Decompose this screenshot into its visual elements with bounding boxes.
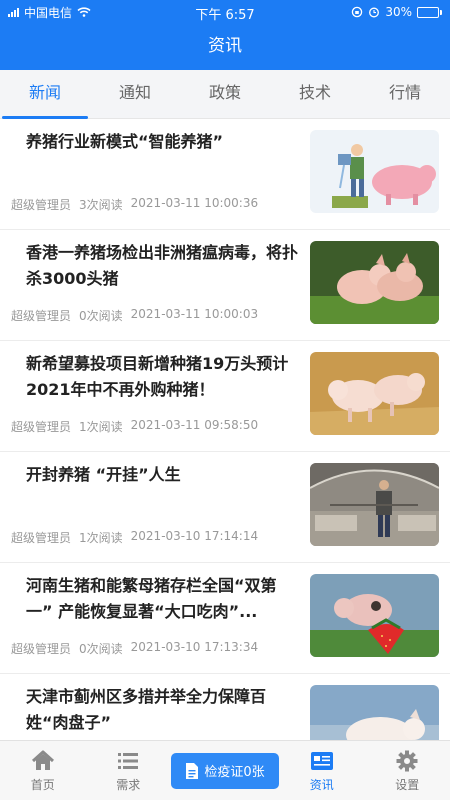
news-reads: 0次阅读 <box>79 642 123 656</box>
piglets-on-straw-image <box>310 352 439 435</box>
news-title: 天津市蓟州区多措并举全力保障百姓“肉盘子” <box>26 684 298 736</box>
news-thumbnail <box>310 352 439 435</box>
tab-market[interactable]: 行情 <box>360 70 450 118</box>
category-tabs: 新闻 通知 政策 技术 行情 <box>0 70 450 119</box>
news-reads: 0次阅读 <box>79 309 123 323</box>
tabbar-settings[interactable]: 设置 <box>365 749 450 793</box>
news-item[interactable]: 开封养猪 “开挂”人生 超级管理员 1次阅读 2021-03-10 17:14:… <box>0 452 450 563</box>
news-reads: 1次阅读 <box>79 531 123 545</box>
man-in-pig-barn-image <box>310 463 439 546</box>
news-thumbnail <box>310 241 439 324</box>
news-time: 2021-03-11 10:00:36 <box>130 196 259 210</box>
news-meta: 超级管理员 0次阅读 2021-03-11 10:00:03 <box>11 307 258 324</box>
bottom-tab-bar: 首页 需求 检疫证0张 资讯 设置 <box>0 740 450 800</box>
news-title: 养猪行业新模式“智能养猪” <box>26 129 298 155</box>
news-author: 超级管理员 <box>11 531 72 545</box>
news-title: 新希望募投项目新增种猪19万头预计2021年中不再外购种猪！ <box>26 351 298 403</box>
tabbar-settings-label: 设置 <box>395 777 420 792</box>
news-reads: 3次阅读 <box>79 198 123 212</box>
battery-percent: 30% <box>385 5 412 19</box>
tabbar-demand[interactable]: 需求 <box>86 749 172 793</box>
tab-notices[interactable]: 通知 <box>90 70 180 118</box>
quarantine-cert-label: 检疫证0张 <box>204 765 265 780</box>
wifi-icon <box>77 7 91 17</box>
carrier-label: 中国电信 <box>24 5 73 20</box>
news-author: 超级管理员 <box>11 420 72 434</box>
list-icon <box>118 752 139 769</box>
piglets-on-grass-image <box>310 241 439 324</box>
news-title: 香港一养猪场检出非洲猪瘟病毒，将扑杀3000头猪 <box>26 240 298 292</box>
white-pig-image <box>310 685 439 740</box>
news-item[interactable]: 天津市蓟州区多措并举全力保障百姓“肉盘子” <box>0 674 450 740</box>
news-thumbnail <box>310 463 439 546</box>
news-meta: 超级管理员 1次阅读 2021-03-11 09:58:50 <box>11 418 258 435</box>
home-icon <box>31 750 54 770</box>
app-header: 中国电信 30% 下午 6:57 资讯 <box>0 0 450 70</box>
news-time: 2021-03-10 17:13:34 <box>130 640 259 654</box>
news-author: 超级管理员 <box>11 642 72 656</box>
news-time: 2021-03-11 09:58:50 <box>130 418 259 432</box>
tabbar-news[interactable]: 资讯 <box>279 749 365 793</box>
alarm-icon <box>369 7 380 18</box>
tabbar-cert: 检疫证0张 <box>171 752 279 789</box>
news-thumbnail <box>310 574 439 657</box>
gear-icon <box>396 750 418 771</box>
tab-news[interactable]: 新闻 <box>0 70 90 119</box>
tabbar-news-label: 资讯 <box>309 777 334 792</box>
news-reads: 1次阅读 <box>79 420 123 434</box>
signal-icon <box>8 7 19 17</box>
tabbar-demand-label: 需求 <box>116 777 141 792</box>
news-item[interactable]: 养猪行业新模式“智能养猪” 超级管理员 3次阅读 2021-03-11 10:0… <box>0 119 450 230</box>
news-item[interactable]: 新希望募投项目新增种猪19万头预计2021年中不再外购种猪！ 超级管理员 1次阅… <box>0 341 450 452</box>
news-author: 超级管理员 <box>11 198 72 212</box>
tab-policy[interactable]: 政策 <box>180 70 270 118</box>
battery-icon <box>417 6 442 18</box>
news-item[interactable]: 香港一养猪场检出非洲猪瘟病毒，将扑杀3000头猪 超级管理员 0次阅读 2021… <box>0 230 450 341</box>
tabbar-home[interactable]: 首页 <box>0 749 86 793</box>
news-meta: 超级管理员 1次阅读 2021-03-10 17:14:14 <box>11 529 258 546</box>
quarantine-cert-button[interactable]: 检疫证0张 <box>171 752 279 789</box>
news-meta: 超级管理员 3次阅读 2021-03-11 10:00:36 <box>11 196 258 213</box>
tabbar-home-label: 首页 <box>30 777 55 792</box>
news-thumbnail <box>310 130 439 213</box>
piglet-with-strawberry-image <box>310 574 439 657</box>
news-item[interactable]: 河南生猪和能繁母猪存栏全国“双第一” 产能恢复显著“大口吃肉”... 超级管理员… <box>0 563 450 674</box>
news-time: 2021-03-10 17:14:14 <box>130 529 259 543</box>
news-time: 2021-03-11 10:00:03 <box>130 307 259 321</box>
news-icon <box>310 751 333 770</box>
news-list: 养猪行业新模式“智能养猪” 超级管理员 3次阅读 2021-03-11 10:0… <box>0 119 450 740</box>
news-meta: 超级管理员 0次阅读 2021-03-10 17:13:34 <box>11 640 258 657</box>
cartoon-farmer-feeding-pig-image <box>310 130 439 213</box>
document-icon <box>186 762 199 779</box>
status-time: 下午 6:57 <box>195 8 255 23</box>
page-title: 资讯 <box>208 36 242 56</box>
news-thumbnail <box>310 685 439 740</box>
news-title: 开封养猪 “开挂”人生 <box>26 462 298 488</box>
tab-technology[interactable]: 技术 <box>270 70 360 118</box>
rotation-lock-icon <box>352 6 363 18</box>
news-author: 超级管理员 <box>11 309 72 323</box>
news-title: 河南生猪和能繁母猪存栏全国“双第一” 产能恢复显著“大口吃肉”... <box>26 573 298 625</box>
